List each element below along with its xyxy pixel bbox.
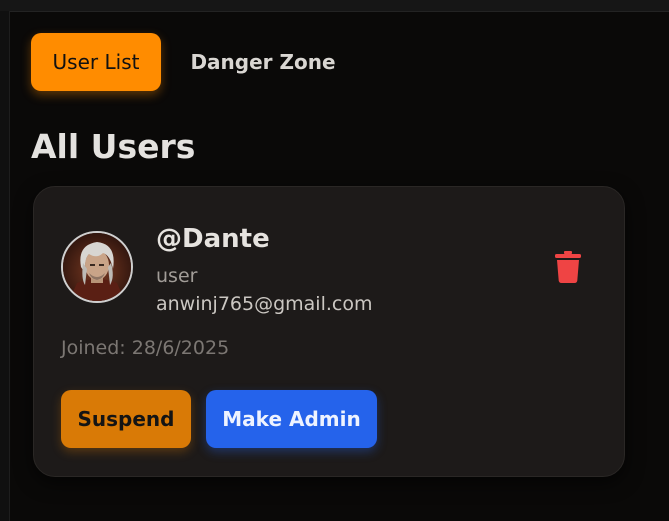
left-rail (0, 11, 10, 521)
user-avatar-photo (63, 233, 131, 301)
suspend-button[interactable]: Suspend (61, 390, 191, 448)
make-admin-button-label: Make Admin (222, 407, 361, 431)
tab-user-list[interactable]: User List (31, 33, 161, 91)
user-email: anwinj765@gmail.com (156, 293, 373, 315)
make-admin-button[interactable]: Make Admin (206, 390, 377, 448)
suspend-button-label: Suspend (77, 407, 175, 431)
tab-danger-zone[interactable]: Danger Zone (180, 33, 346, 91)
tab-danger-zone-label: Danger Zone (190, 50, 336, 74)
tab-user-list-label: User List (52, 50, 140, 74)
user-joined-date: Joined: 28/6/2025 (61, 337, 230, 359)
user-role: user (156, 265, 198, 287)
page-title: All Users (31, 127, 196, 166)
delete-user-button[interactable] (550, 247, 586, 287)
user-card: @Dante user anwinj765@gmail.com Joined: … (33, 186, 625, 477)
avatar (61, 231, 133, 303)
window-top-bar (0, 0, 669, 12)
trash-icon (555, 251, 581, 283)
user-handle: @Dante (156, 224, 270, 254)
